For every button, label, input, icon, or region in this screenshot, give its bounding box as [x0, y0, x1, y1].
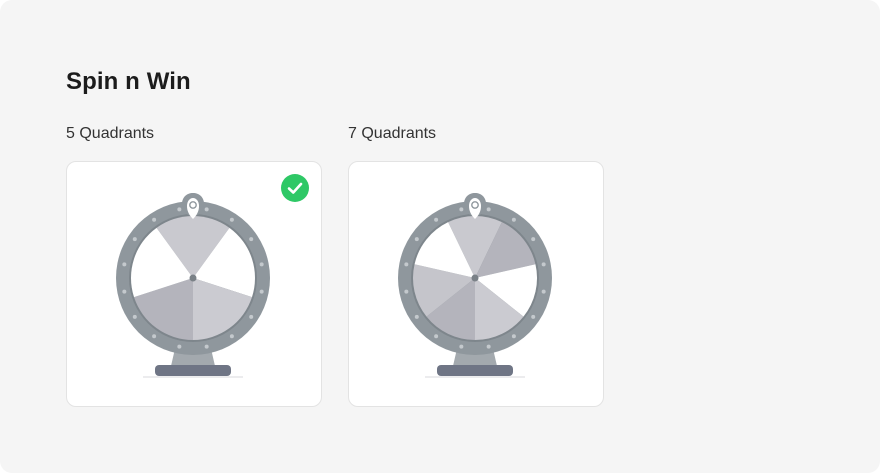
rim-stud	[404, 262, 409, 267]
rim-stud	[486, 207, 491, 212]
wheel-7-segments-image	[398, 193, 552, 378]
rim-stud	[511, 334, 516, 339]
rim-stud	[177, 344, 182, 349]
rim-stud	[434, 334, 439, 339]
rim-stud	[132, 314, 137, 319]
rim-stud	[259, 262, 264, 267]
option-label: 7 Quadrants	[348, 125, 437, 142]
rim-stud	[541, 262, 546, 267]
rim-stud	[152, 217, 157, 222]
rim-stud	[152, 334, 157, 339]
rim-stud	[459, 344, 464, 349]
wheel-card-5-quadrants[interactable]	[66, 161, 322, 407]
rim-stud	[531, 237, 536, 242]
rim-stud	[434, 217, 439, 222]
rim-stud	[259, 289, 264, 294]
rim-stud	[122, 289, 127, 294]
rim-stud	[511, 217, 516, 222]
rim-stud	[204, 207, 209, 212]
option-label: 5 Quadrants	[66, 125, 155, 142]
rim-stud	[204, 344, 209, 349]
option-7-quadrants: 7 Quadrants	[348, 124, 604, 407]
rim-stud	[122, 262, 127, 267]
rim-stud	[459, 207, 464, 212]
rim-stud	[229, 334, 234, 339]
page-title: Spin n Win	[66, 68, 191, 95]
rim-stud	[229, 217, 234, 222]
rim-stud	[249, 237, 254, 242]
rim-stud	[177, 207, 182, 212]
rim-stud	[249, 314, 254, 319]
wheel-base	[155, 365, 231, 376]
rim-stud	[541, 289, 546, 294]
wheel-hub	[189, 274, 197, 282]
checkmark-circle-icon	[281, 174, 309, 202]
spin-n-win-panel: Spin n Win 5 Quadrants 7 Quadrants	[0, 0, 880, 473]
rim-stud	[132, 237, 137, 242]
option-5-quadrants: 5 Quadrants	[66, 124, 322, 407]
wheel-5-segments-image	[116, 193, 270, 378]
rim-stud	[404, 289, 409, 294]
rim-stud	[414, 314, 419, 319]
rim-stud	[531, 314, 536, 319]
rim-stud	[414, 237, 419, 242]
wheel-base	[437, 365, 513, 376]
rim-stud	[486, 344, 491, 349]
wheel-hub	[471, 274, 479, 282]
wheel-card-7-quadrants[interactable]	[348, 161, 604, 407]
